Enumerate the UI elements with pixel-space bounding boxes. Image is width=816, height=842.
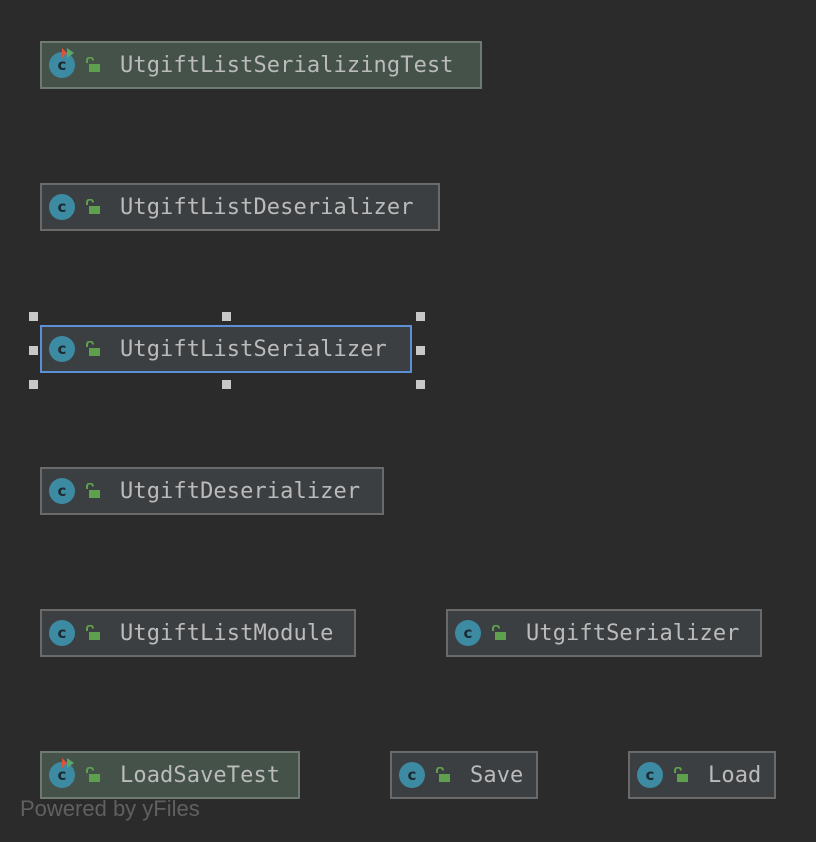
public-lock-icon (492, 625, 506, 640)
class-icon: c (49, 336, 75, 362)
class-icon: c (455, 620, 481, 646)
class-name-label: UtgiftSerializer (526, 620, 740, 646)
class-node-loadsavetest[interactable]: c LoadSaveTest (40, 751, 300, 799)
test-class-icon: c (49, 48, 75, 78)
class-node-utgiftserializer[interactable]: c UtgiftSerializer (446, 609, 762, 657)
resize-handle-bottom[interactable] (222, 380, 231, 389)
class-icon: c (399, 762, 425, 788)
resize-handle-bottom-right[interactable] (416, 380, 425, 389)
class-icon: c (49, 194, 75, 220)
public-lock-icon (86, 767, 100, 782)
class-name-label: UtgiftListSerializer (120, 336, 387, 362)
class-name-label: UtgiftListDeserializer (120, 194, 414, 220)
class-name-label: Load (708, 762, 762, 788)
class-name-label: LoadSaveTest (120, 762, 281, 788)
class-node-utgiftlistserializingtest[interactable]: c UtgiftListSerializingTest (40, 41, 482, 89)
run-marker-icon (62, 48, 74, 58)
class-name-label: UtgiftListModule (120, 620, 334, 646)
public-lock-icon (86, 199, 100, 214)
class-name-label: UtgiftListSerializingTest (120, 52, 454, 78)
test-class-icon: c (49, 758, 75, 788)
public-lock-icon (86, 483, 100, 498)
public-lock-icon (674, 767, 688, 782)
resize-handle-top[interactable] (222, 312, 231, 321)
public-lock-icon (86, 625, 100, 640)
resize-handle-top-left[interactable] (29, 312, 38, 321)
class-node-utgiftdeserializer[interactable]: c UtgiftDeserializer (40, 467, 384, 515)
powered-by-label: Powered by yFiles (20, 796, 200, 821)
class-icon: c (49, 620, 75, 646)
class-node-utgiftlistserializer[interactable]: c UtgiftListSerializer (40, 325, 412, 373)
class-icon: c (637, 762, 663, 788)
resize-handle-left[interactable] (29, 346, 38, 355)
public-lock-icon (86, 341, 100, 356)
class-name-label: Save (470, 762, 524, 788)
class-node-utgiftlistdeserializer[interactable]: c UtgiftListDeserializer (40, 183, 440, 231)
class-node-utgiftlistmodule[interactable]: c UtgiftListModule (40, 609, 356, 657)
run-marker-icon (62, 758, 74, 768)
public-lock-icon (86, 57, 100, 72)
class-icon: c (49, 478, 75, 504)
class-name-label: UtgiftDeserializer (120, 478, 361, 504)
class-node-load[interactable]: c Load (628, 751, 776, 799)
resize-handle-bottom-left[interactable] (29, 380, 38, 389)
resize-handle-top-right[interactable] (416, 312, 425, 321)
resize-handle-right[interactable] (416, 346, 425, 355)
diagram-canvas[interactable]: c UtgiftListSerializingTest c UtgiftList… (0, 0, 816, 842)
class-node-save[interactable]: c Save (390, 751, 538, 799)
public-lock-icon (436, 767, 450, 782)
